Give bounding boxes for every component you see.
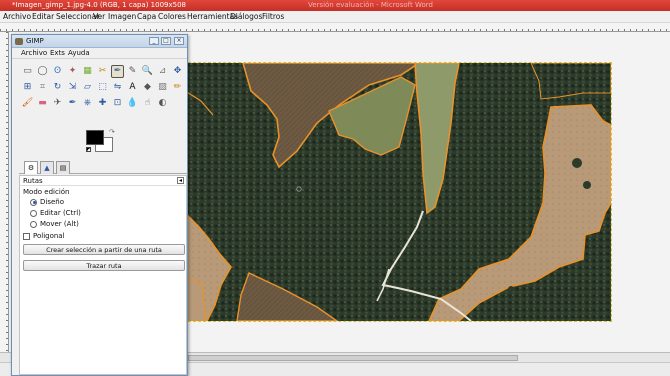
mode-label: Modo edición xyxy=(23,188,70,196)
flip-icon[interactable]: ⇋ xyxy=(111,81,124,94)
scrollbar-thumb[interactable] xyxy=(188,355,518,361)
vertical-ruler[interactable] xyxy=(0,32,9,362)
checkbox-label: Poligonal xyxy=(33,232,65,240)
create-selection-from-path-button[interactable]: Crear selección a partir de una ruta xyxy=(23,244,185,255)
heal-icon[interactable]: ✚ xyxy=(96,97,109,110)
radio-indicator[interactable] xyxy=(30,220,37,228)
polygonal-checkbox[interactable]: Poligonal xyxy=(23,232,65,240)
paths-icon[interactable]: ✒ xyxy=(111,65,124,78)
menu-dialogos[interactable]: Diálogos xyxy=(230,11,262,23)
minimize-button[interactable]: _ xyxy=(149,37,159,45)
menu-colores[interactable]: Colores xyxy=(158,11,186,23)
stroke-path-button[interactable]: Trazar ruta xyxy=(23,260,185,271)
close-button[interactable]: × xyxy=(174,37,184,45)
checkbox-indicator[interactable] xyxy=(23,232,30,240)
perspective-icon[interactable]: ⬚ xyxy=(96,81,109,94)
tab-tool-options[interactable]: ⚙ xyxy=(24,161,38,174)
color-area[interactable]: ↷ xyxy=(86,128,126,158)
menu-editar[interactable]: Editar xyxy=(32,11,54,23)
foreground-color-swatch[interactable] xyxy=(86,130,104,145)
radio-label: Mover (Alt) xyxy=(40,220,79,228)
options-header: Rutas ◂ xyxy=(20,176,186,186)
options-title: Rutas xyxy=(23,177,43,185)
tab-device-status[interactable]: ▲ xyxy=(40,161,54,174)
blend-icon[interactable]: ▨ xyxy=(156,81,169,94)
panel-menu-icon[interactable]: ◂ xyxy=(177,177,184,184)
smudge-icon[interactable]: ☝ xyxy=(141,97,154,110)
swap-colors-icon[interactable]: ↷ xyxy=(109,128,115,136)
menu-archivo[interactable]: Archivo xyxy=(3,11,31,23)
airbrush-icon[interactable]: ✈ xyxy=(51,97,64,110)
clone-icon[interactable]: ⎈ xyxy=(81,97,94,110)
radio-label: Diseño xyxy=(40,198,65,206)
window-title: *Imagen_gimp_1.jpg-4.0 (RGB, 1 capa) 100… xyxy=(12,1,186,9)
measure-icon[interactable]: ⊿ xyxy=(156,65,169,78)
aerial-photo-image[interactable] xyxy=(178,62,612,322)
toolbox-menu-ayuda[interactable]: Ayuda xyxy=(68,48,90,59)
perspective-clone-icon[interactable]: ⊡ xyxy=(111,97,124,110)
maximize-button[interactable]: □ xyxy=(161,37,171,45)
toolbox-title: GIMP xyxy=(26,37,44,45)
tab-undo-history[interactable]: ▤ xyxy=(56,161,70,174)
mode-move-radio[interactable]: Mover (Alt) xyxy=(30,220,79,228)
pencil-icon[interactable]: ✏ xyxy=(171,81,184,94)
toolbox-menu-archivo[interactable]: Archivo xyxy=(21,48,47,59)
mode-design-radio[interactable]: Diseño xyxy=(30,198,64,206)
crop-icon[interactable]: ⌗ xyxy=(36,81,49,94)
menu-filtros[interactable]: Filtros xyxy=(262,11,284,23)
menu-imagen[interactable]: Imagen xyxy=(108,11,136,23)
reset-colors-icon[interactable] xyxy=(86,147,91,152)
blur-icon[interactable]: 💧 xyxy=(126,97,139,110)
toolbox-titlebar[interactable]: GIMP _ □ × xyxy=(12,35,187,48)
dodge-burn-icon[interactable]: ◐ xyxy=(156,97,169,110)
ellipse-select-icon[interactable]: ◯ xyxy=(36,65,49,78)
bucket-fill-icon[interactable]: ◆ xyxy=(141,81,154,94)
dock-tabs: ⚙ ▲ ▤ xyxy=(19,161,187,174)
menu-ver[interactable]: Ver xyxy=(93,11,105,23)
move-icon[interactable]: ✥ xyxy=(171,65,184,78)
fuzzy-select-icon[interactable]: ✦ xyxy=(66,65,79,78)
text-icon[interactable]: A xyxy=(126,81,139,94)
rect-select-icon[interactable]: ▭ xyxy=(21,65,34,78)
radio-indicator[interactable] xyxy=(30,209,37,217)
zoom-icon[interactable]: 🔍 xyxy=(141,65,154,78)
ink-icon[interactable]: ✒ xyxy=(66,97,79,110)
toolbox-menubar: Archivo Exts Ayuda xyxy=(12,48,187,59)
aerial-photo-svg xyxy=(178,62,612,322)
radio-indicator[interactable] xyxy=(30,198,37,206)
toolbox-menu-exts[interactable]: Exts xyxy=(50,48,65,59)
free-select-icon[interactable]: ʘ xyxy=(51,65,64,78)
radio-label: Editar (Ctrl) xyxy=(40,209,81,217)
by-color-select-icon[interactable]: ▦ xyxy=(81,65,94,78)
menu-capa[interactable]: Capa xyxy=(137,11,156,23)
scale-icon[interactable]: ⇲ xyxy=(66,81,79,94)
window-titlebar: *Imagen_gimp_1.jpg-4.0 (RGB, 1 capa) 100… xyxy=(0,0,670,11)
tool-options-panel: Rutas ◂ Modo edición Diseño Editar (Ctrl… xyxy=(19,175,187,375)
color-picker-icon[interactable]: ✎ xyxy=(126,65,139,78)
shear-icon[interactable]: ▱ xyxy=(81,81,94,94)
mode-edit-radio[interactable]: Editar (Ctrl) xyxy=(30,209,81,217)
gimp-toolbox-window[interactable]: GIMP _ □ × Archivo Exts Ayuda ▭ ◯ ʘ ✦ ▦ ✂ ✒ ✎ 🔍 ⊿… xyxy=(11,34,188,376)
background-window-title: Versión evaluación - Microsoft Word xyxy=(308,1,433,9)
gimp-icon xyxy=(15,38,23,45)
image-menubar: Archivo Editar Seleccionar Ver Imagen Ca… xyxy=(0,11,670,23)
horizontal-ruler[interactable] xyxy=(0,23,670,32)
scissors-select-icon[interactable]: ✂ xyxy=(96,65,109,78)
rotate-icon[interactable]: ↻ xyxy=(51,81,64,94)
eraser-icon[interactable]: ▬ xyxy=(36,97,49,110)
align-icon[interactable]: ⊞ xyxy=(21,81,34,94)
paintbrush-icon[interactable]: 🖌 xyxy=(21,97,34,110)
